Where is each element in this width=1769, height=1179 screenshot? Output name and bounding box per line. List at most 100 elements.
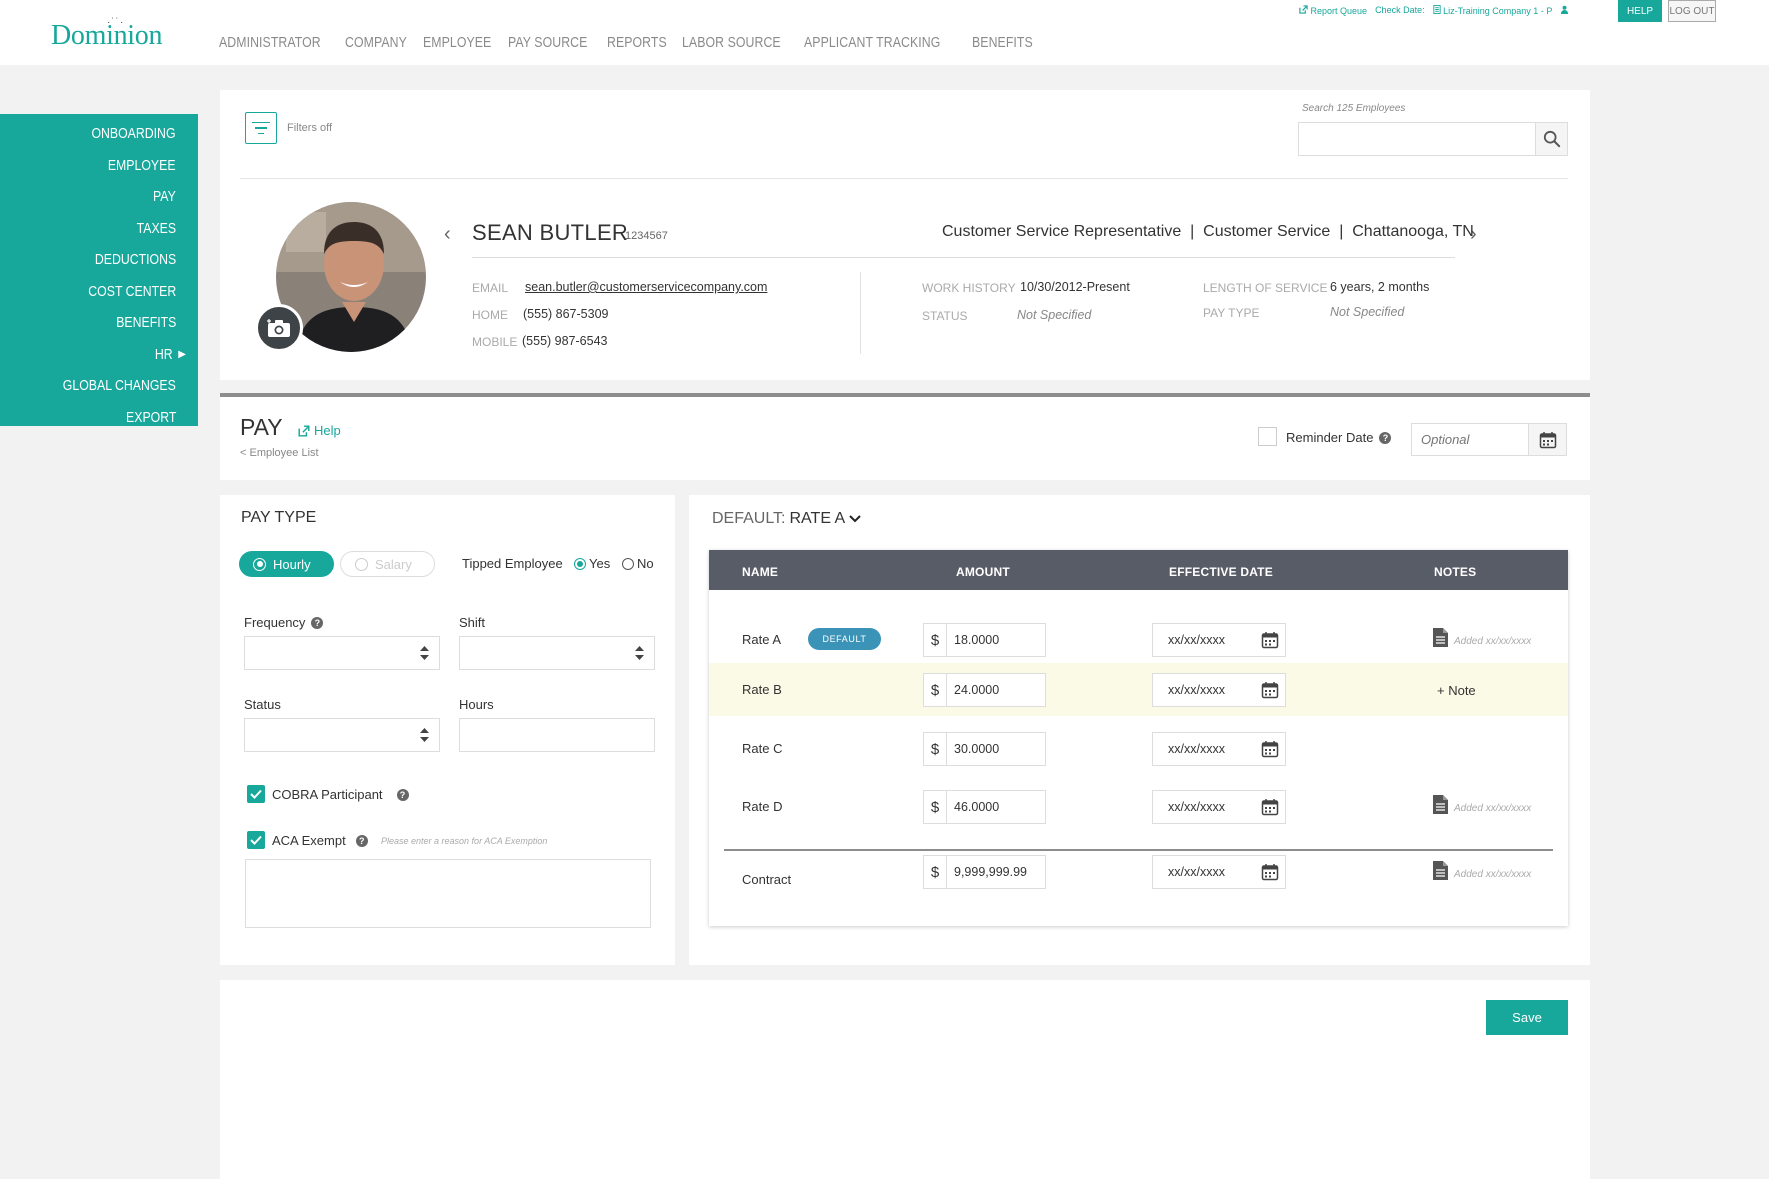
dollar-icon: $	[924, 624, 947, 656]
rate-amount-input[interactable]: $18.0000	[923, 623, 1046, 657]
rate-amount-input[interactable]: $46.0000	[923, 790, 1046, 824]
help-icon[interactable]: ?	[396, 788, 409, 801]
calendar-icon[interactable]	[1255, 798, 1285, 816]
sidebar-item-pay[interactable]: PAY	[0, 181, 198, 213]
search-input[interactable]	[1299, 123, 1535, 155]
note-cell[interactable]: Added xx/xx/xxxx	[1433, 628, 1531, 647]
note-cell[interactable]: Added xx/xx/xxxx	[1433, 795, 1531, 814]
report-queue-link[interactable]: Report Queue	[1299, 5, 1367, 16]
sidebar-item-employee[interactable]: EMPLOYEE	[0, 150, 198, 182]
rate-amount-input[interactable]: $30.0000	[923, 732, 1046, 766]
cobra-label: COBRA Participant ?	[272, 787, 409, 802]
employee-list-link[interactable]: < Employee List	[240, 447, 319, 459]
reminder-date-input[interactable]	[1412, 424, 1528, 455]
nav-administrator[interactable]: ADMINISTRATOR	[219, 34, 321, 51]
change-photo-button[interactable]	[255, 304, 303, 352]
vertical-divider	[860, 272, 861, 354]
filter-icon	[252, 121, 270, 124]
calendar-icon[interactable]	[1255, 631, 1285, 649]
external-link-icon	[298, 424, 310, 437]
sidebar-item-deductions[interactable]: DEDUCTIONS	[0, 244, 198, 276]
nav-applicant-tracking[interactable]: APPLICANT TRACKING	[804, 34, 940, 51]
sidebar-item-hr[interactable]: HR ▶	[0, 339, 198, 371]
frequency-label: Frequency ?	[244, 615, 324, 630]
tipped-employee-label: Tipped Employee	[462, 556, 563, 571]
help-icon[interactable]: ?	[311, 616, 324, 629]
search-button[interactable]	[1535, 123, 1567, 155]
effective-date-input[interactable]: xx/xx/xxxx	[1152, 623, 1286, 657]
help-link[interactable]: Help	[298, 423, 341, 438]
effective-date-input[interactable]: xx/xx/xxxx	[1152, 673, 1286, 707]
rate-amount-input[interactable]: $9,999,999.99	[923, 855, 1046, 889]
calendar-icon[interactable]	[1255, 681, 1285, 699]
pay-type-label: PAY TYPE	[1203, 306, 1260, 320]
user-icon[interactable]	[1560, 5, 1569, 16]
email-link[interactable]: sean.butler@customerservicecompany.com	[525, 280, 767, 294]
effective-date-input[interactable]: xx/xx/xxxx	[1152, 790, 1286, 824]
nav-reports[interactable]: REPORTS	[607, 34, 667, 51]
aca-exemption-reason-textarea[interactable]	[245, 859, 651, 928]
status-select[interactable]	[244, 718, 440, 752]
sidebar-item-taxes[interactable]: TAXES	[0, 213, 198, 245]
frequency-select[interactable]	[244, 636, 440, 670]
nav-benefits[interactable]: BENEFITS	[972, 34, 1033, 51]
employee-id: 1234567	[625, 230, 668, 242]
previous-employee-chevron-left-icon[interactable]: ‹	[444, 223, 451, 246]
reminder-date-field	[1411, 423, 1567, 456]
radio-selected-icon	[574, 557, 586, 570]
help-icon[interactable]: ?	[1379, 431, 1392, 444]
sidebar-item-global-changes[interactable]: GLOBAL CHANGES	[0, 370, 198, 402]
nav-labor-source[interactable]: LABOR SOURCE	[682, 34, 781, 51]
nav-company[interactable]: COMPANY	[345, 34, 407, 51]
sidebar-item-cost-center[interactable]: COST CENTER	[0, 276, 198, 308]
nav-pay-source[interactable]: PAY SOURCE	[508, 34, 587, 51]
add-note-button[interactable]: + Note	[1437, 683, 1476, 698]
sidebar-item-benefits[interactable]: BENEFITS	[0, 307, 198, 339]
company-link[interactable]: Liz-Training Company 1 - P	[1432, 5, 1552, 16]
search-box	[1298, 122, 1568, 156]
tipped-no-radio[interactable]: No	[622, 556, 654, 571]
save-button[interactable]: Save	[1486, 1000, 1568, 1035]
column-effective-date: EFFECTIVE DATE	[1169, 565, 1273, 579]
hours-input[interactable]	[459, 718, 655, 752]
shift-select[interactable]	[459, 636, 655, 670]
rate-name: Rate D	[742, 799, 783, 814]
sort-arrows-icon	[635, 646, 644, 660]
reminder-calendar-button[interactable]	[1528, 424, 1566, 455]
check-date-link[interactable]: Check Date:	[1375, 5, 1425, 16]
tipped-yes-radio[interactable]: Yes	[574, 556, 610, 571]
aca-exempt-checkbox[interactable]	[247, 831, 265, 849]
logout-button[interactable]: LOG OUT	[1668, 0, 1716, 22]
default-rate-dropdown[interactable]: DEFAULT: RATE A	[712, 510, 861, 528]
status-label: STATUS	[922, 309, 968, 323]
note-cell[interactable]: Added xx/xx/xxxx	[1433, 861, 1531, 880]
hourly-toggle[interactable]: Hourly	[239, 551, 334, 577]
effective-date-input[interactable]: xx/xx/xxxx	[1152, 732, 1286, 766]
help-icon[interactable]: ?	[355, 834, 368, 847]
pay-type-value: Not Specified	[1330, 305, 1405, 319]
sidebar-item-export[interactable]: EXPORT	[0, 402, 198, 434]
document-icon	[1433, 861, 1448, 880]
nav-employee[interactable]: EMPLOYEE	[423, 34, 491, 51]
cobra-checkbox[interactable]	[247, 785, 265, 803]
divider	[472, 257, 1455, 258]
calendar-icon[interactable]	[1255, 740, 1285, 758]
help-button[interactable]: HELP	[1618, 0, 1662, 22]
filter-button[interactable]	[245, 112, 277, 144]
checkmark-icon	[250, 789, 262, 799]
dollar-icon: $	[924, 856, 947, 888]
employee-panel: Filters off Search 125 Employees ‹ › SEA…	[220, 90, 1590, 380]
salary-toggle[interactable]: Salary	[340, 551, 435, 577]
reminder-date-checkbox[interactable]	[1258, 427, 1277, 446]
rate-amount-input[interactable]: $24.0000	[923, 673, 1046, 707]
calendar-icon[interactable]	[1255, 863, 1285, 881]
radio-empty-icon	[355, 557, 368, 571]
column-amount: AMOUNT	[956, 565, 1010, 579]
default-badge: DEFAULT	[808, 628, 881, 650]
rates-panel: DEFAULT: RATE A NAME AMOUNT EFFECTIVE DA…	[689, 495, 1590, 965]
table-row: Rate D $46.0000 xx/xx/xxxx Added xx/xx/x…	[709, 782, 1568, 830]
effective-date-input[interactable]: xx/xx/xxxx	[1152, 855, 1286, 889]
sidebar-item-onboarding[interactable]: ONBOARDING	[0, 118, 198, 150]
aca-exempt-label: ACA Exempt ?	[272, 833, 368, 848]
caret-right-icon: ▶	[178, 348, 186, 360]
